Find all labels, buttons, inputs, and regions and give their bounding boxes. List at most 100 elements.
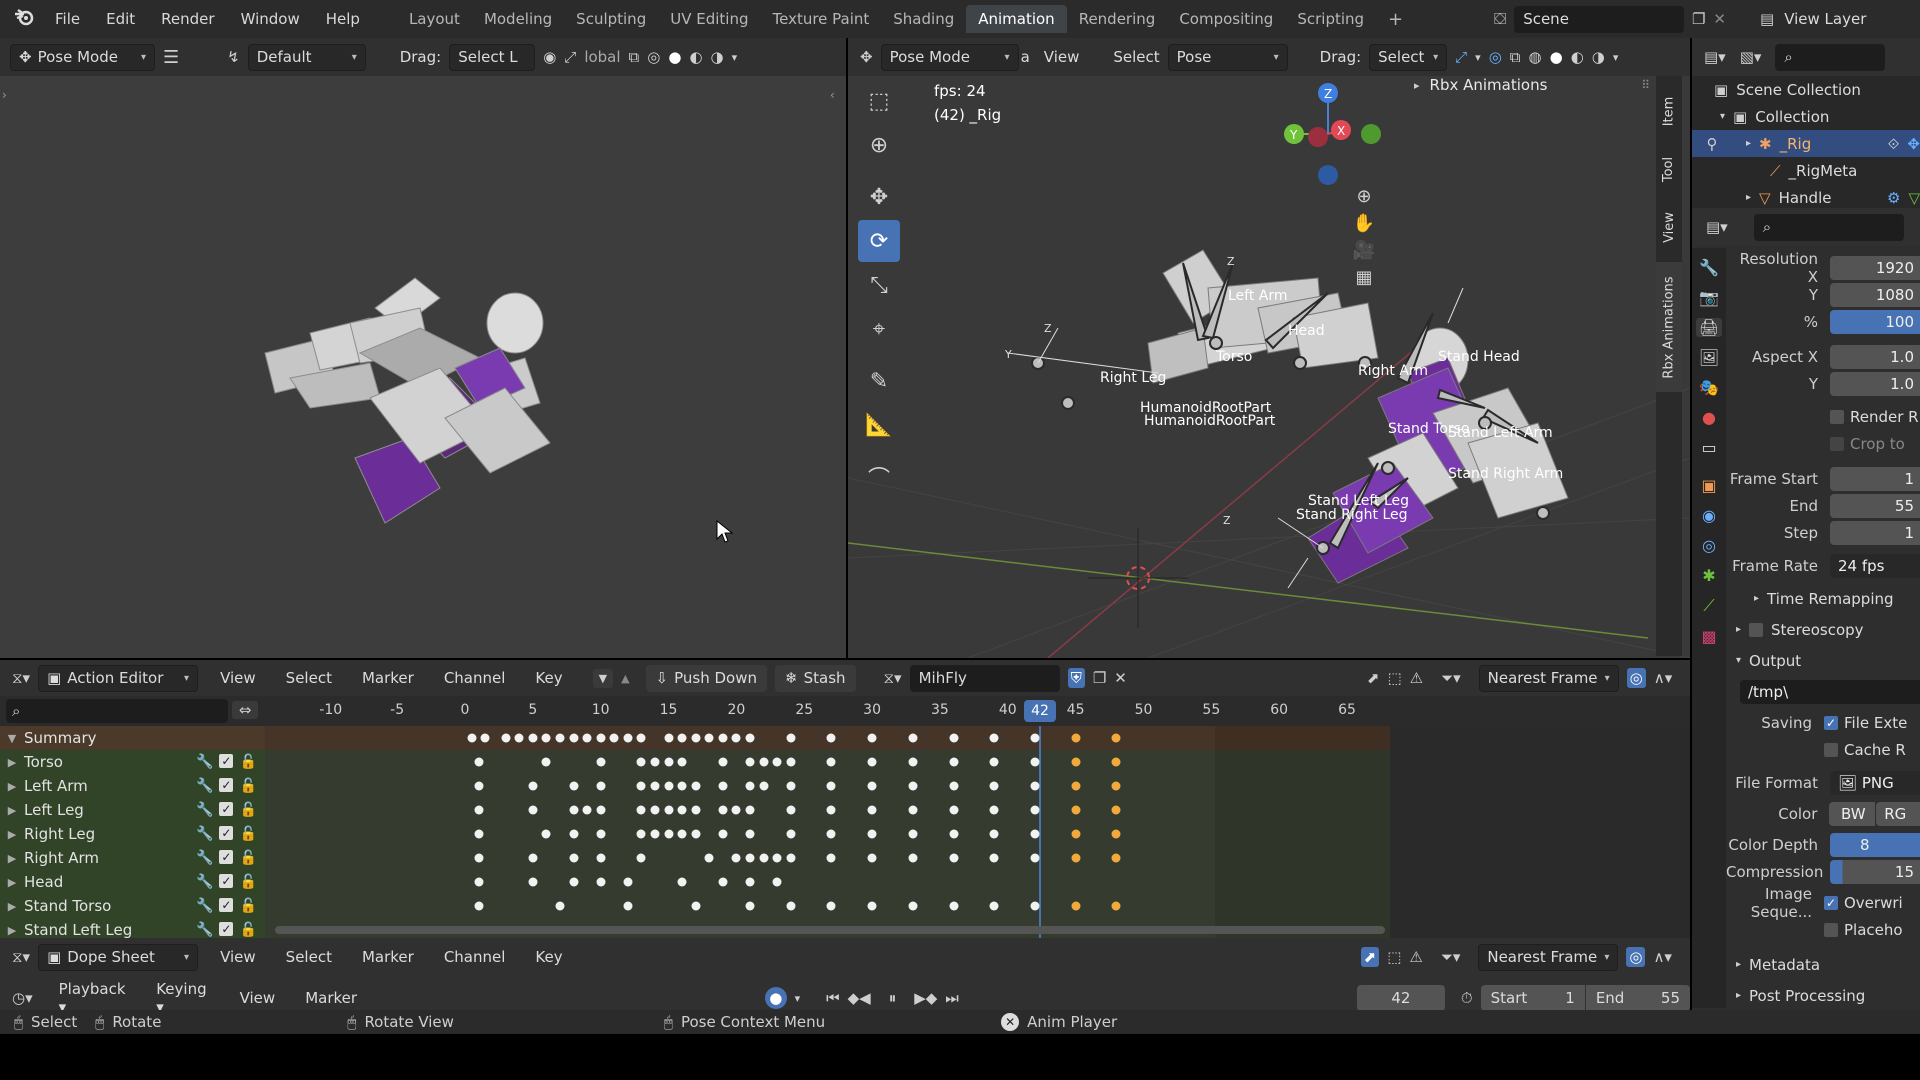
menu-select[interactable]: Select [286,669,332,687]
outliner-item-rig[interactable]: ⚲ ▸ ✱ _Rig ⟐ ✥ [1692,130,1920,157]
overlay-icon[interactable]: ⧉ [629,48,640,66]
texture-tab-icon[interactable]: ▩ [1701,627,1716,646]
file-extensions-checkbox[interactable]: ✓ [1824,715,1838,730]
chevron-down-icon[interactable]: ▼ [0,732,24,745]
horizontal-scrollbar[interactable] [275,926,1385,934]
color-bw-button[interactable]: BW [1829,801,1876,826]
left-viewport[interactable]: ✥ Pose Mode ▾ ☰ ↯ Default ▾ Drag: Select … [0,38,846,658]
modifier-wrench-icon[interactable]: 🔧 [196,802,213,818]
file-format-dropdown[interactable]: 🖼 PNG [1830,770,1920,795]
show-hidden-icon[interactable]: ⬚ [1387,669,1401,687]
scene-name-field[interactable]: Scene [1514,5,1684,33]
jump-end-icon[interactable]: ⏭ [945,989,959,1007]
modifier-wrench-icon[interactable]: 🔧 [196,874,213,890]
menu-render[interactable]: Render [148,10,227,28]
frame-ruler[interactable]: ⌕ ⇔ -10 -5 0 5 10 15 20 25 30 35 40 45 50 55 60 65 42 [0,696,1690,726]
chevron-right-icon[interactable]: ▶ [0,876,24,889]
resolution-percent-field[interactable]: 100 [1830,309,1920,334]
falloff-icon[interactable]: ∧▾ [1654,669,1673,687]
physics-tab-icon[interactable]: ◎ [1702,536,1716,555]
channel-row-stand-torso[interactable]: ▶ Stand Torso 🔧 ✓ 🔓 [0,894,265,918]
menu-file[interactable]: File [42,10,93,28]
modifier-wrench-icon[interactable]: 🔧 [196,850,213,866]
properties-editor[interactable]: ▤▾ ⌕ 🔧 📷 🖨 🖼 🎭 ● ▭ ▣ ◉ ◎ ✱ ⟋ ▩ Resolutio… [1692,208,1920,1018]
modifier-wrench-icon[interactable]: 🔧 [196,898,213,914]
post-processing-panel[interactable]: ▸ Post Processing [1726,982,1920,1009]
channel-row-summary[interactable]: ▼ Summary [0,726,265,750]
lock-icon[interactable]: 🔓 [239,802,256,818]
chevron-right-icon[interactable]: ▸ [1414,79,1420,92]
rendered-shading-icon[interactable]: ◑ [711,48,724,66]
render-region-row[interactable]: Render R [1726,403,1920,430]
action-name-field[interactable]: MihFly [909,664,1060,692]
material-shading-icon[interactable]: ◐ [689,48,702,66]
zoom-icon[interactable]: ⊕ [1356,186,1371,207]
prev-keyframe-icon[interactable]: ◆◀ [848,989,871,1007]
action-editor[interactable]: ⧖▾ ▣ Action Editor ▾ View Select Marker Ch… [0,660,1690,942]
show-hidden-icon[interactable]: ⬚ [1387,948,1401,966]
clock-icon[interactable]: ◷▾ [12,989,33,1007]
filter-icon[interactable]: ⏷▾ [1441,948,1461,966]
lock-icon[interactable]: 🔓 [239,874,256,890]
drag-dropdown[interactable]: Select L [449,43,536,71]
channel-checkbox[interactable]: ✓ [219,802,234,816]
outliner-item-handle[interactable]: ▸ ▽ Handle ⚙ ▽ [1692,184,1920,211]
keyframe-area[interactable] [265,726,1690,940]
modifier-tab-icon[interactable]: ◉ [1702,506,1716,525]
outliner[interactable]: ▤▾ ▧▾ ⌕ ▣ Scene Collection ▾ ▣ Collection ⚲… [1692,38,1920,208]
swap-icon[interactable]: ⇔ [232,701,258,719]
frame-end-field[interactable]: 55 [1830,493,1920,518]
pivot-label[interactable]: lobal [584,48,620,66]
color-rgb-button[interactable]: RG [1876,801,1920,826]
chevron-up-icon[interactable]: ▲ [621,672,629,685]
hand-pan-icon[interactable]: ✋ [1353,213,1375,234]
output-path-field[interactable]: /tmp\ [1740,679,1920,704]
tool-tab-icon[interactable]: 🔧 [1699,258,1719,277]
channel-checkbox[interactable]: ✓ [219,898,234,912]
channel-row-right-leg[interactable]: ▶ Right Leg 🔧 ✓ 🔓 [0,822,265,846]
only-selected-icon[interactable]: ⬈ [1367,669,1380,687]
menu-view[interactable]: View [240,989,276,1007]
editor-type-icon[interactable]: ▤▾ [1704,48,1726,66]
chevron-right-icon[interactable]: › [2,88,7,102]
tab-sculpting[interactable]: Sculpting [564,5,658,33]
chevron-down-icon[interactable]: ▼ [592,668,614,688]
menu-view[interactable]: View [220,948,256,966]
snap-dropdown[interactable]: Nearest Frame ▾ [1478,664,1619,692]
channel-checkbox[interactable]: ✓ [219,778,234,792]
camera-icon[interactable]: 🎥 [1353,240,1375,261]
aspect-y-field[interactable]: 1.0 [1830,371,1920,396]
lock-icon[interactable]: 🔓 [239,850,256,866]
modifier-wrench-icon[interactable]: 🔧 [196,778,213,794]
chevron-right-icon[interactable]: ▶ [0,900,24,913]
channel-checkbox[interactable]: ✓ [219,850,234,864]
channel-row-right-arm[interactable]: ▶ Right Arm 🔧 ✓ 🔓 [0,846,265,870]
render-region-checkbox[interactable] [1830,409,1844,424]
menu-edit[interactable]: Edit [93,10,148,28]
modifier-wrench-icon[interactable]: 🔧 [196,826,213,842]
channel-checkbox[interactable]: ✓ [219,874,234,888]
frame-step-field[interactable]: 1 [1830,520,1920,545]
tab-layout[interactable]: Layout [397,5,472,33]
frame-rate-dropdown[interactable]: 24 fps [1830,553,1920,578]
record-icon[interactable]: ● [765,987,787,1009]
chevron-right-icon[interactable]: ▶ [0,924,24,937]
menu-key[interactable]: Key [535,948,562,966]
next-keyframe-icon[interactable]: ▶◆ [914,989,937,1007]
chevron-right-icon[interactable]: ▶ [0,852,24,865]
only-selected-icon[interactable]: ⬈ [1360,947,1380,967]
chevron-right-icon[interactable]: ▶ [0,756,24,769]
outliner-search[interactable]: ⌕ [1775,43,1886,71]
falloff-icon[interactable]: ∧▾ [1653,948,1672,966]
channel-row-head[interactable]: ▶ Head 🔧 ✓ 🔓 [0,870,265,894]
chevron-down-icon[interactable]: ▾ [732,51,738,64]
warning-icon[interactable]: ⚠ [1409,948,1422,966]
color-depth-button[interactable]: 8 [1830,832,1920,857]
world-tab-icon[interactable]: ● [1702,408,1716,427]
tab-tool[interactable]: Tool [1656,144,1682,194]
output-tab-icon[interactable]: 🖨 [1695,318,1723,337]
gizmo-icon[interactable]: ⤢ [564,48,576,66]
current-frame-indicator[interactable]: 42 [1024,700,1056,722]
display-mode-icon[interactable]: ▧▾ [1740,48,1762,66]
new-scene-icon[interactable]: ❐ [1692,10,1705,28]
